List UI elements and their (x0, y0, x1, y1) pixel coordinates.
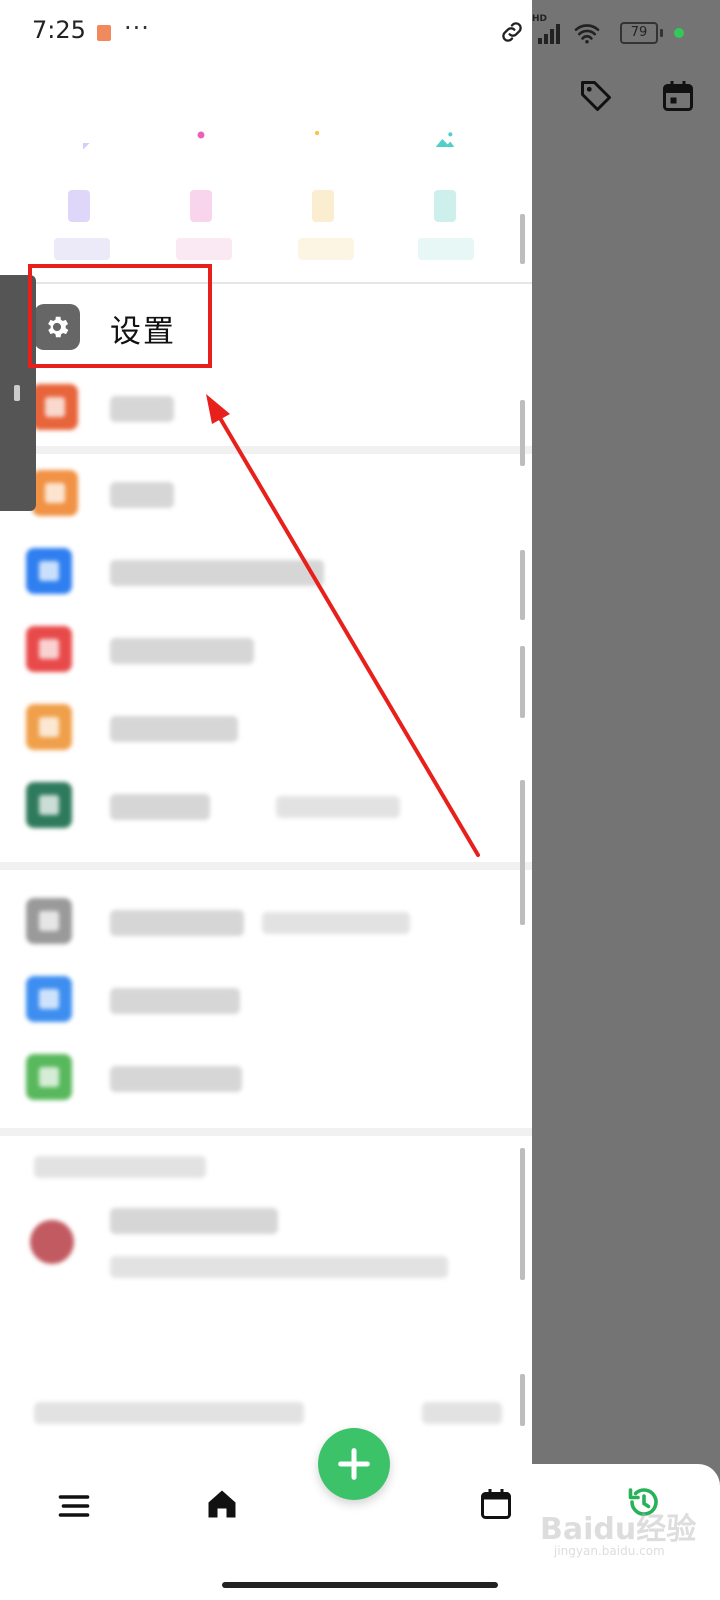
watermark-url: jingyan.baidu.com (554, 1544, 665, 1558)
battery-tip (660, 29, 663, 37)
menu-item-icon-blurred[interactable] (32, 470, 78, 516)
more-notifications-icon: ··· (124, 14, 150, 42)
menu-icon[interactable] (56, 1488, 92, 1524)
menu-item-label-blurred[interactable] (110, 396, 174, 422)
link-icon (502, 22, 522, 42)
network-type-label: HD (532, 14, 548, 24)
section-divider (0, 862, 532, 870)
menu-item-label-blurred[interactable] (110, 794, 210, 820)
scrollbar[interactable] (520, 1148, 525, 1280)
quick-action-location[interactable] (166, 104, 236, 174)
watermark: Baidu经验 jingyan.baidu.com (540, 1500, 710, 1564)
menu-item-label-blurred[interactable] (110, 910, 244, 936)
menu-item-label-blurred[interactable] (110, 482, 174, 508)
menu-item-label-blurred[interactable] (110, 716, 238, 742)
quick-action-image[interactable] (410, 104, 480, 174)
recommended-app-desc-blurred (110, 1256, 448, 1278)
home-indicator[interactable] (222, 1582, 498, 1588)
note-icon (68, 128, 90, 150)
footer-text-blurred (34, 1402, 304, 1424)
scrollbar[interactable] (520, 214, 525, 264)
recommended-app-icon-blurred[interactable] (30, 1220, 74, 1264)
menu-item-label-blurred[interactable] (110, 638, 254, 664)
watermark-logo: Baidu经验 (540, 1512, 697, 1547)
scrollbar[interactable] (520, 400, 525, 466)
signal-icon (538, 24, 560, 44)
menu-item-label-blurred[interactable] (110, 1066, 242, 1092)
quick-count-blurred (434, 190, 456, 222)
handle-grip (14, 385, 20, 401)
quick-action-note[interactable] (44, 104, 114, 174)
menu-item-label-blurred[interactable] (110, 988, 240, 1014)
menu-item-badge-blurred (276, 796, 400, 818)
section-header-blurred (34, 1156, 206, 1178)
quick-count-blurred (312, 190, 334, 222)
menu-item-icon-blurred[interactable] (26, 1054, 72, 1100)
navigation-drawer: 设置 (0, 0, 532, 1492)
calendar-icon (663, 81, 693, 111)
notification-icon (97, 25, 111, 41)
recommended-app-title-blurred[interactable] (110, 1208, 278, 1234)
scrollbar[interactable] (520, 1374, 525, 1426)
add-button[interactable] (318, 1428, 390, 1500)
tag-icon (581, 81, 611, 111)
menu-item-icon-blurred[interactable] (26, 898, 72, 944)
quick-action-tag[interactable] (288, 104, 358, 174)
calendar-icon[interactable] (478, 1486, 514, 1522)
status-indicators: HD 79 (502, 14, 688, 48)
menu-item-icon-blurred[interactable] (26, 548, 72, 594)
quick-count-blurred (68, 190, 90, 222)
tag-icon (311, 127, 335, 151)
status-time: 7:25 (32, 16, 86, 44)
scrollbar[interactable] (520, 550, 525, 620)
scrollbar[interactable] (520, 646, 525, 718)
menu-item-badge-blurred (262, 912, 410, 934)
quick-label-blurred (298, 238, 354, 260)
status-bar: 7:25 ··· HD 79 (0, 0, 720, 64)
menu-item-icon-blurred[interactable] (32, 384, 78, 430)
image-icon (433, 128, 457, 150)
menu-item-label-blurred[interactable] (110, 560, 324, 586)
quick-count-blurred (190, 190, 212, 222)
home-icon[interactable] (204, 1486, 240, 1522)
menu-item-icon-blurred[interactable] (26, 782, 72, 828)
menu-item-icon-blurred[interactable] (26, 976, 72, 1022)
menu-item-icon-blurred[interactable] (26, 704, 72, 750)
scrollbar[interactable] (520, 780, 525, 925)
annotation-highlight-box (28, 264, 212, 368)
menu-item-icon-blurred[interactable] (26, 626, 72, 672)
quick-label-blurred (176, 238, 232, 260)
section-divider (0, 446, 532, 454)
battery-icon: 79 (620, 22, 658, 44)
plus-icon (338, 1448, 370, 1480)
quick-label-blurred (418, 238, 474, 260)
section-divider (0, 1128, 532, 1136)
version-text-blurred (422, 1402, 502, 1424)
wifi-icon (574, 24, 600, 44)
location-pin-icon (191, 125, 211, 153)
privacy-indicator-dot (674, 28, 684, 38)
quick-label-blurred (54, 238, 110, 260)
